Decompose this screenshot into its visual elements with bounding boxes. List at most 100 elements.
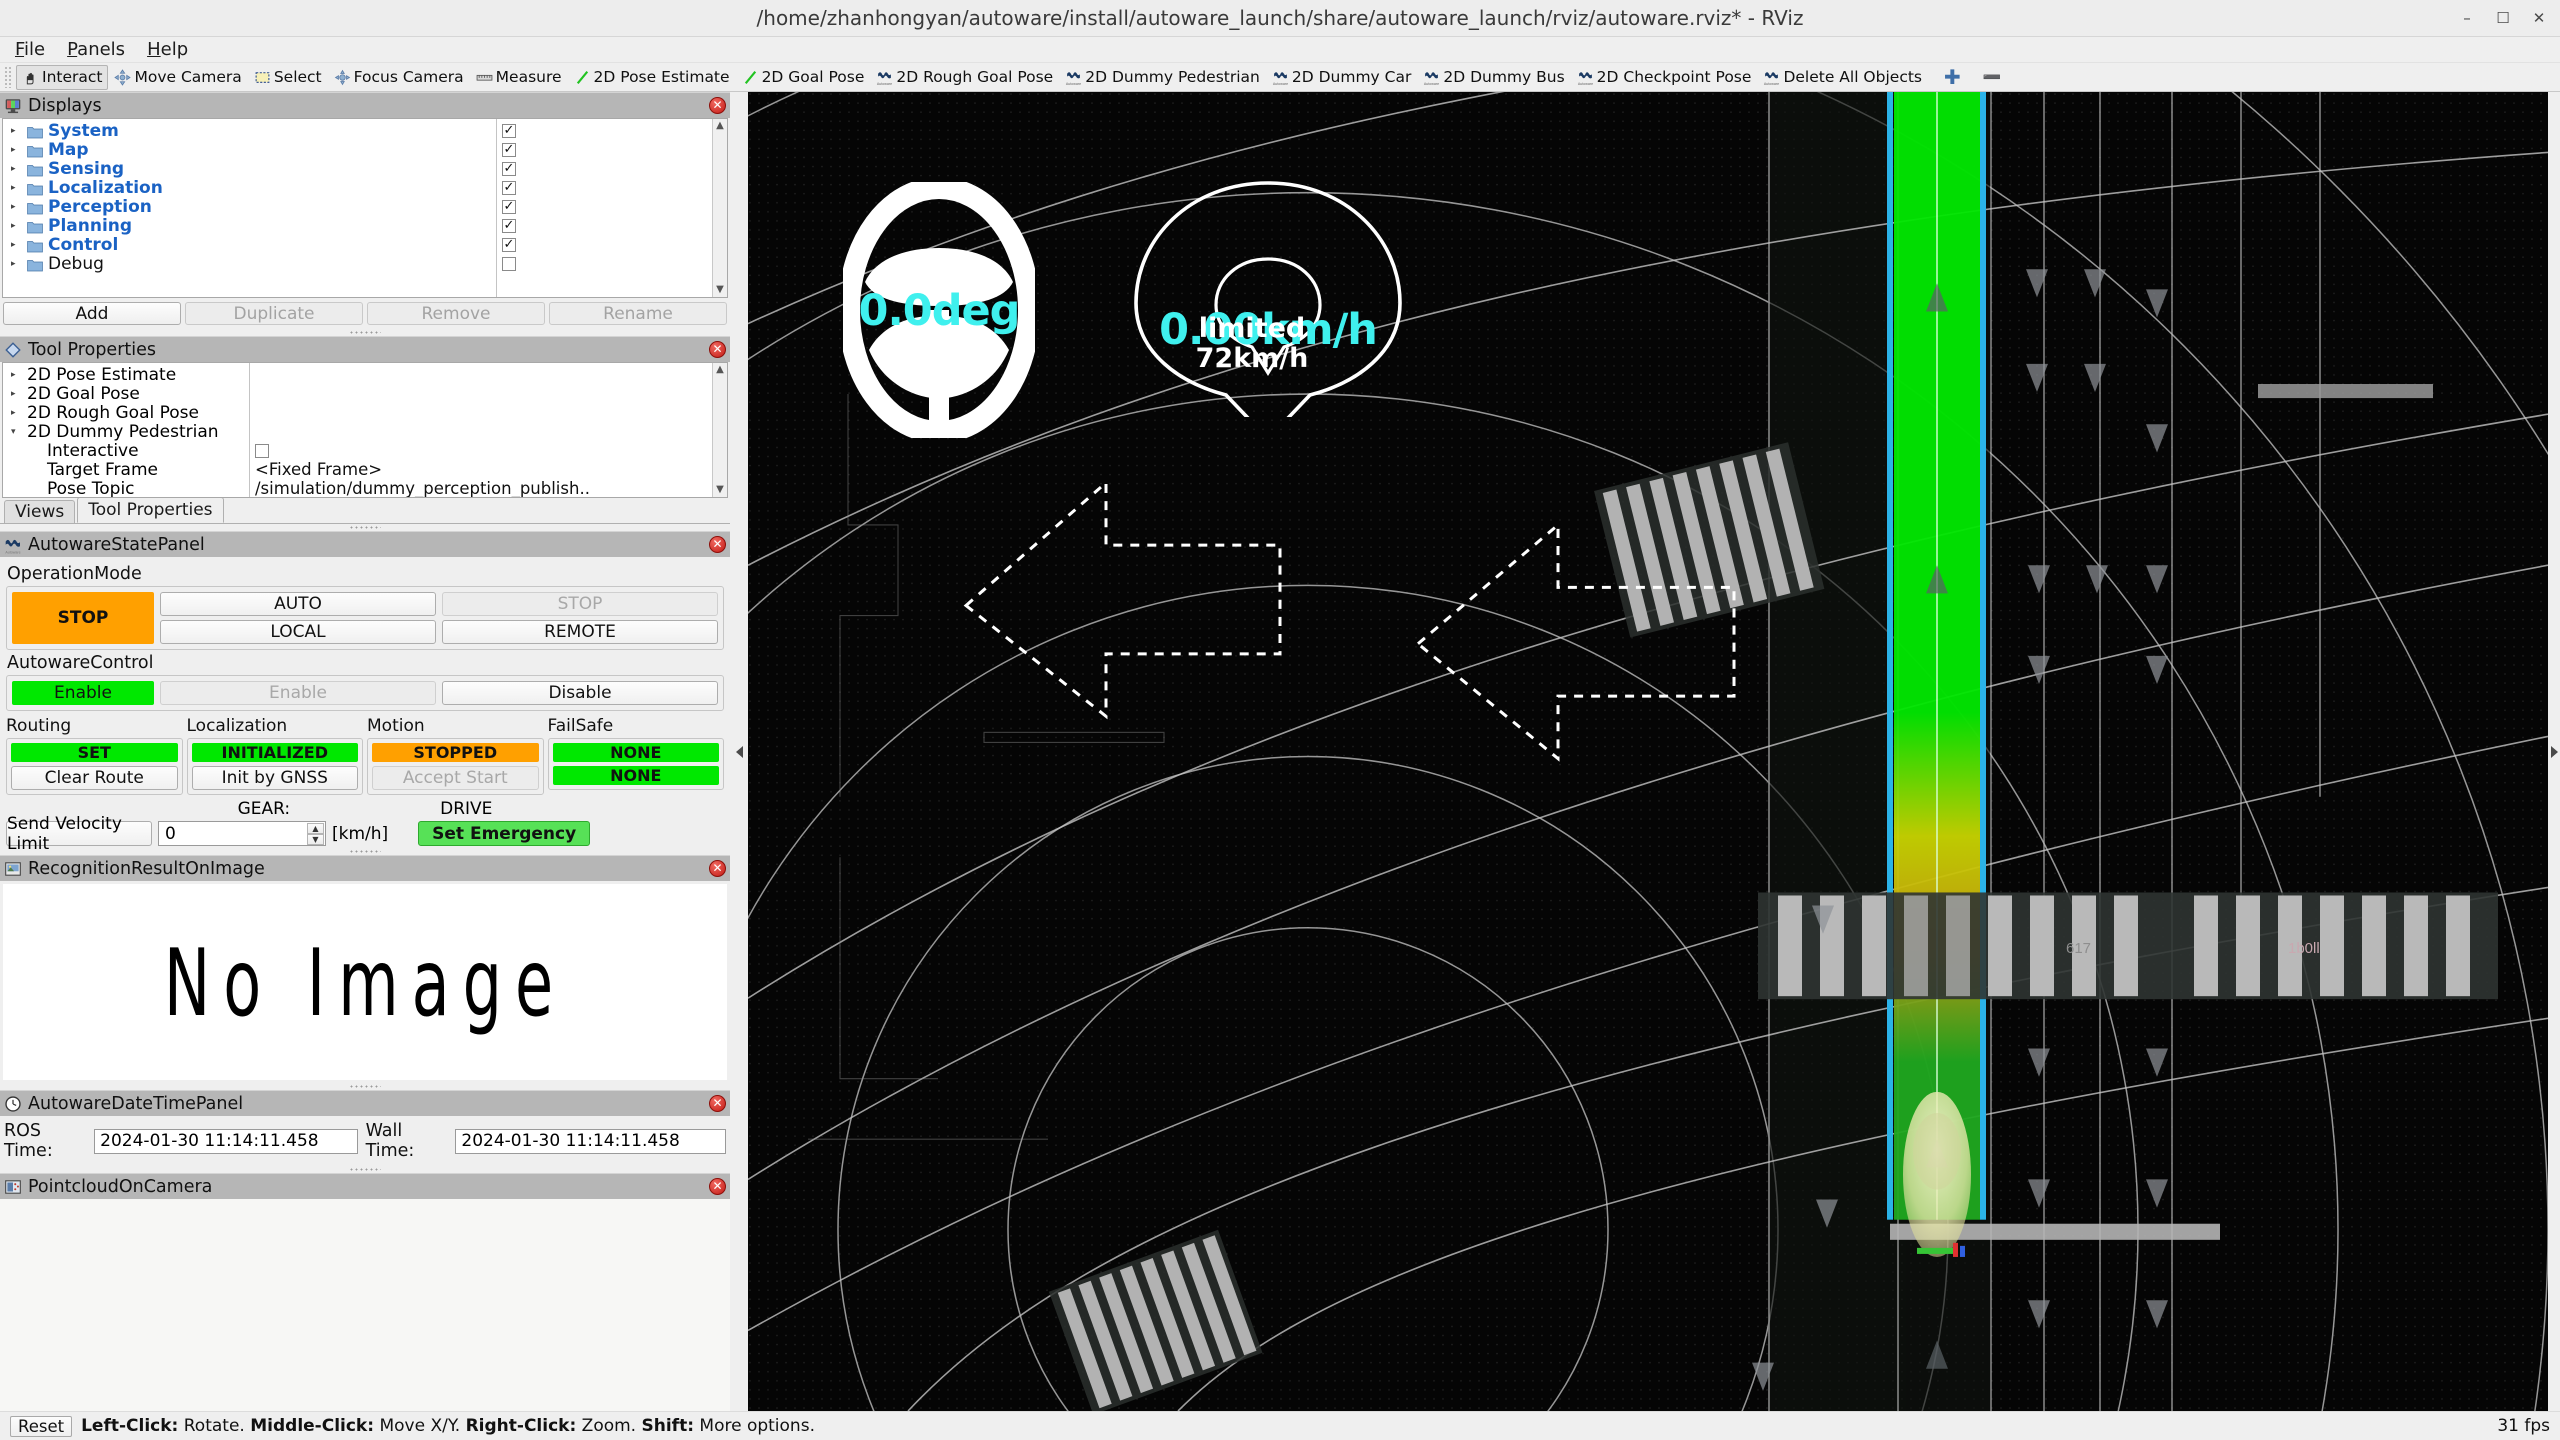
- add-display-button[interactable]: Add: [3, 302, 181, 325]
- splitter-handle[interactable]: [0, 524, 730, 531]
- toolbar-grip[interactable]: [4, 66, 13, 88]
- checkbox-control[interactable]: ✓: [502, 237, 516, 252]
- tool-delete-all-objects[interactable]: Autoware Delete All Objects: [1757, 65, 1928, 90]
- scroll-up-icon[interactable]: ▲: [716, 119, 724, 133]
- tool-2d-rough-goal-pose[interactable]: Autoware 2D Rough Goal Pose: [870, 65, 1059, 90]
- init-by-gnss-button[interactable]: Init by GNSS: [191, 766, 358, 790]
- display-item-map[interactable]: ▸ Map: [3, 140, 496, 160]
- checkbox-debug[interactable]: [502, 256, 516, 271]
- tab-tool-properties[interactable]: Tool Properties: [77, 497, 224, 523]
- stepper-up-icon[interactable]: ▲: [307, 823, 324, 834]
- add-tool-button[interactable]: ✚: [1938, 65, 1967, 90]
- tool-2d-pose-estimate[interactable]: 2D Pose Estimate: [568, 65, 736, 90]
- display-checkbox-row[interactable]: ✓: [497, 216, 712, 235]
- displays-tree[interactable]: ▸ System ▸ Map ▸ Sensing ▸ Localization …: [2, 118, 728, 298]
- stop-button[interactable]: STOP: [442, 592, 718, 616]
- tool-2d-dummy-car[interactable]: Autoware 2D Dummy Car: [1266, 65, 1417, 90]
- close-icon[interactable]: ✕: [709, 1095, 726, 1112]
- tool-focus-camera[interactable]: Focus Camera: [328, 65, 470, 90]
- display-item-sensing[interactable]: ▸ Sensing: [3, 159, 496, 179]
- tool-properties-scrollbar[interactable]: ▲ ▼: [712, 363, 727, 497]
- wall-time-field[interactable]: 2024-01-30 11:14:11.458: [455, 1128, 726, 1154]
- set-emergency-button[interactable]: Set Emergency: [418, 821, 591, 846]
- local-button[interactable]: LOCAL: [160, 620, 436, 644]
- tab-views[interactable]: Views: [4, 500, 76, 523]
- minimize-icon[interactable]: –: [2456, 7, 2478, 29]
- tool-prop-2d-goal-pose[interactable]: ▸ 2D Goal Pose: [3, 384, 249, 404]
- scroll-down-icon[interactable]: ▼: [716, 283, 724, 297]
- tool-properties-tree[interactable]: ▸ 2D Pose Estimate ▸ 2D Goal Pose ▸ 2D R…: [2, 362, 728, 498]
- display-item-system[interactable]: ▸ System: [3, 121, 496, 141]
- chevron-right-icon[interactable]: ▸: [11, 145, 22, 155]
- display-checkbox-row[interactable]: ✓: [497, 178, 712, 197]
- scroll-down-icon[interactable]: ▼: [716, 483, 724, 497]
- chevron-down-icon[interactable]: ▾: [11, 427, 22, 437]
- tool-prop-2d-dummy-pedestrian[interactable]: ▾ 2D Dummy Pedestrian: [3, 422, 249, 442]
- menu-help[interactable]: Help: [138, 37, 197, 62]
- tool-prop-pose-topic-value[interactable]: /simulation/dummy_perception_publish..: [250, 479, 712, 497]
- display-checkbox-row[interactable]: ✓: [497, 197, 712, 216]
- tool-prop-pose-topic[interactable]: Pose Topic: [3, 479, 249, 498]
- display-checkbox-row[interactable]: ✓: [497, 235, 712, 254]
- tool-prop-2d-pose-estimate[interactable]: ▸ 2D Pose Estimate: [3, 365, 249, 385]
- close-icon[interactable]: ✕: [709, 860, 726, 877]
- stepper-buttons[interactable]: ▲ ▼: [307, 823, 324, 845]
- tool-prop-target-frame[interactable]: Target Frame: [3, 460, 249, 480]
- display-checkbox-row[interactable]: ✓: [497, 121, 712, 140]
- close-icon[interactable]: ✕: [709, 1178, 726, 1195]
- rename-display-button[interactable]: Rename: [549, 302, 727, 325]
- tool-2d-goal-pose[interactable]: 2D Goal Pose: [736, 65, 871, 90]
- tool-move-camera[interactable]: Move Camera: [108, 65, 247, 90]
- remove-display-button[interactable]: Remove: [367, 302, 545, 325]
- reset-button[interactable]: Reset: [10, 1415, 73, 1437]
- tool-interact[interactable]: Interact: [16, 64, 109, 90]
- splitter-handle[interactable]: [0, 329, 730, 336]
- control-enable-button[interactable]: Enable: [160, 681, 436, 705]
- display-item-perception[interactable]: ▸ Perception: [3, 197, 496, 217]
- close-icon[interactable]: ✕: [2528, 7, 2550, 29]
- display-item-debug[interactable]: ▸ Debug: [3, 254, 496, 274]
- menu-panels[interactable]: Panels: [58, 37, 134, 62]
- close-icon[interactable]: ✕: [709, 97, 726, 114]
- tool-prop-interactive[interactable]: Interactive: [3, 441, 249, 461]
- auto-button[interactable]: AUTO: [160, 592, 436, 616]
- checkbox-interactive[interactable]: [255, 443, 269, 458]
- display-checkbox-row[interactable]: ✓: [497, 159, 712, 178]
- display-item-planning[interactable]: ▸ Planning: [3, 216, 496, 236]
- display-item-control[interactable]: ▸ Control: [3, 235, 496, 255]
- chevron-right-icon[interactable]: ▸: [11, 164, 22, 174]
- close-icon[interactable]: ✕: [709, 536, 726, 553]
- control-disable-button[interactable]: Disable: [442, 681, 718, 705]
- tool-prop-2d-rough-goal-pose[interactable]: ▸ 2D Rough Goal Pose: [3, 403, 249, 423]
- maximize-icon[interactable]: ☐: [2492, 7, 2514, 29]
- clear-route-button[interactable]: Clear Route: [11, 766, 178, 790]
- tool-measure[interactable]: Measure: [470, 65, 568, 90]
- scroll-up-icon[interactable]: ▲: [716, 363, 724, 377]
- checkbox-system[interactable]: ✓: [502, 123, 516, 138]
- tool-prop-interactive-value[interactable]: [250, 441, 712, 460]
- stepper-down-icon[interactable]: ▼: [307, 834, 324, 845]
- chevron-right-icon[interactable]: ▸: [11, 408, 22, 418]
- remove-tool-button[interactable]: ➖: [1977, 65, 2008, 90]
- chevron-right-icon[interactable]: ▸: [11, 221, 22, 231]
- chevron-right-icon[interactable]: ▸: [11, 259, 22, 269]
- left-dock-collapse-handle[interactable]: [730, 92, 748, 1411]
- chevron-right-icon[interactable]: ▸: [11, 126, 22, 136]
- checkbox-planning[interactable]: ✓: [502, 218, 516, 233]
- checkbox-sensing[interactable]: ✓: [502, 161, 516, 176]
- tool-2d-dummy-bus[interactable]: Autoware 2D Dummy Bus: [1417, 65, 1570, 90]
- velocity-stepper[interactable]: 0 ▲ ▼: [158, 821, 326, 846]
- splitter-handle[interactable]: [0, 1083, 730, 1090]
- render-view-3d[interactable]: 617 1b0ll 0.0deg 0.00km/h limited 72km/h: [748, 92, 2548, 1411]
- close-icon[interactable]: ✕: [709, 341, 726, 358]
- display-checkbox-row[interactable]: [497, 254, 712, 273]
- splitter-handle[interactable]: [0, 848, 730, 855]
- chevron-right-icon[interactable]: ▸: [11, 183, 22, 193]
- accept-start-button[interactable]: Accept Start: [372, 766, 539, 790]
- checkbox-localization[interactable]: ✓: [502, 180, 516, 195]
- chevron-right-icon[interactable]: ▸: [11, 389, 22, 399]
- checkbox-perception[interactable]: ✓: [502, 199, 516, 214]
- displays-scrollbar[interactable]: ▲ ▼: [712, 119, 727, 297]
- display-item-localization[interactable]: ▸ Localization: [3, 178, 496, 198]
- chevron-right-icon[interactable]: ▸: [11, 370, 22, 380]
